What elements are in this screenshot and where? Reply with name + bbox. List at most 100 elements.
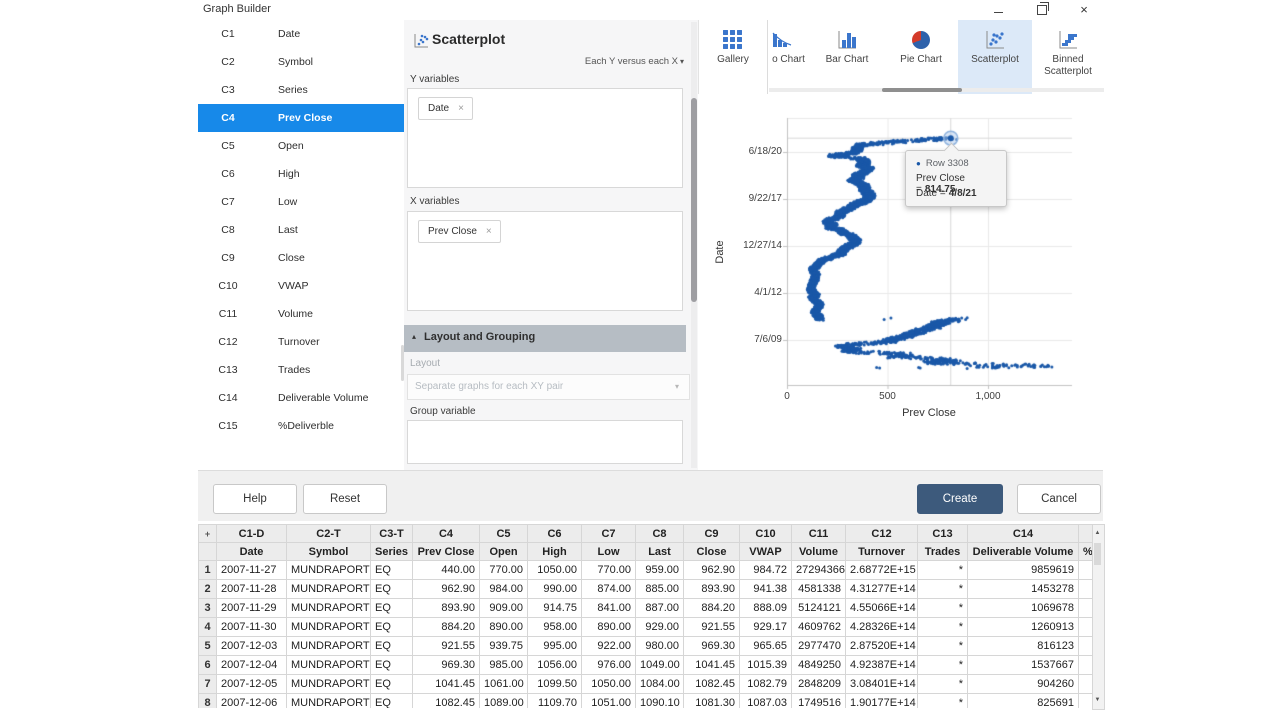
data-cell[interactable]: 921.55 (413, 637, 480, 656)
row-number-cell[interactable]: 4 (199, 618, 217, 637)
restore-button[interactable] (1025, 0, 1059, 20)
data-cell[interactable] (1079, 675, 1093, 694)
data-cell[interactable]: * (918, 561, 968, 580)
data-cell[interactable]: 1084.00 (636, 675, 684, 694)
column-id-header[interactable]: C13 (918, 525, 968, 543)
data-cell[interactable]: 1453278 (968, 580, 1079, 599)
data-cell[interactable]: 1082.45 (684, 675, 740, 694)
data-cell[interactable]: 4.55066E+14 (846, 599, 918, 618)
data-cell[interactable]: EQ (371, 694, 413, 709)
data-cell[interactable]: EQ (371, 599, 413, 618)
data-cell[interactable]: 985.00 (480, 656, 528, 675)
y-variable-chip-date[interactable]: Date× (418, 97, 473, 120)
data-cell[interactable]: MUNDRAPORT (287, 580, 371, 599)
close-button[interactable]: × (1067, 0, 1101, 20)
data-cell[interactable]: 440.00 (413, 561, 480, 580)
column-id-header[interactable]: C8 (636, 525, 684, 543)
row-number-cell[interactable]: 6 (199, 656, 217, 675)
data-cell[interactable]: MUNDRAPORT (287, 694, 371, 709)
data-cell[interactable]: 770.00 (582, 561, 636, 580)
data-cell[interactable]: 1537667 (968, 656, 1079, 675)
data-cell[interactable]: * (918, 675, 968, 694)
data-cell[interactable]: 1082.45 (413, 694, 480, 709)
column-name-header[interactable]: Low (582, 543, 636, 561)
column-item-c7[interactable]: C7Low (198, 188, 404, 216)
data-cell[interactable]: 2007-12-03 (217, 637, 287, 656)
data-cell[interactable]: 976.00 (582, 656, 636, 675)
data-cell[interactable]: 1041.45 (684, 656, 740, 675)
column-name-header[interactable]: %D (1079, 543, 1093, 561)
data-cell[interactable]: * (918, 599, 968, 618)
data-cell[interactable]: 1109.70 (528, 694, 582, 709)
data-cell[interactable]: EQ (371, 637, 413, 656)
column-id-header[interactable]: C9 (684, 525, 740, 543)
row-number-cell[interactable]: 3 (199, 599, 217, 618)
data-cell[interactable]: 941.38 (740, 580, 792, 599)
data-cell[interactable]: 888.09 (740, 599, 792, 618)
data-cell[interactable]: 884.20 (684, 599, 740, 618)
data-cell[interactable]: 965.65 (740, 637, 792, 656)
data-cell[interactable]: 990.00 (528, 580, 582, 599)
column-item-c11[interactable]: C11Volume (198, 300, 404, 328)
data-cell[interactable]: 995.00 (528, 637, 582, 656)
data-cell[interactable]: 1090.10 (636, 694, 684, 709)
data-cell[interactable]: 939.75 (480, 637, 528, 656)
data-cell[interactable]: 9859619 (968, 561, 1079, 580)
data-cell[interactable]: 1081.30 (684, 694, 740, 709)
layout-select[interactable]: Separate graphs for each XY pair ▾ (407, 374, 690, 400)
data-cell[interactable]: 1099.50 (528, 675, 582, 694)
data-cell[interactable]: 980.00 (636, 637, 684, 656)
data-cell[interactable]: 1015.39 (740, 656, 792, 675)
gallery-scrollbar[interactable] (769, 88, 1104, 92)
data-cell[interactable] (1079, 561, 1093, 580)
help-button[interactable]: Help (213, 484, 297, 514)
data-cell[interactable]: 922.00 (582, 637, 636, 656)
column-item-c3[interactable]: C3Series (198, 76, 404, 104)
column-item-c5[interactable]: C5Open (198, 132, 404, 160)
column-name-header[interactable]: Close (684, 543, 740, 561)
data-cell[interactable]: 884.20 (413, 618, 480, 637)
row-number-cell[interactable]: 5 (199, 637, 217, 656)
column-name-header[interactable]: Deliverable Volume (968, 543, 1079, 561)
data-cell[interactable]: 890.00 (480, 618, 528, 637)
create-button[interactable]: Create (917, 484, 1003, 514)
data-cell[interactable]: 1056.00 (528, 656, 582, 675)
data-cell[interactable]: * (918, 656, 968, 675)
data-cell[interactable]: 1087.03 (740, 694, 792, 709)
data-cell[interactable]: EQ (371, 675, 413, 694)
column-item-c14[interactable]: C14Deliverable Volume (198, 384, 404, 412)
data-cell[interactable]: 1050.00 (528, 561, 582, 580)
data-cell[interactable]: 816123 (968, 637, 1079, 656)
column-item-c4[interactable]: C4Prev Close (198, 104, 404, 132)
scrollbar-thumb[interactable] (691, 98, 697, 302)
data-cell[interactable]: 958.00 (528, 618, 582, 637)
row-number-cell[interactable]: 1 (199, 561, 217, 580)
data-cell[interactable]: 4609762 (792, 618, 846, 637)
data-cell[interactable]: 2007-11-28 (217, 580, 287, 599)
data-cell[interactable]: 27294366 (792, 561, 846, 580)
table-corner-cell[interactable]: + (199, 525, 217, 543)
data-cell[interactable]: 4.28326E+14 (846, 618, 918, 637)
data-cell[interactable]: 893.90 (413, 599, 480, 618)
column-name-header[interactable] (199, 543, 217, 561)
data-cell[interactable]: 825691 (968, 694, 1079, 709)
data-cell[interactable]: MUNDRAPORT (287, 561, 371, 580)
data-cell[interactable]: 2.87520E+14 (846, 637, 918, 656)
data-cell[interactable]: 1.90177E+14 (846, 694, 918, 709)
group-variable-dropzone[interactable] (407, 420, 683, 464)
data-cell[interactable]: 959.00 (636, 561, 684, 580)
data-cell[interactable]: 1082.79 (740, 675, 792, 694)
column-item-c10[interactable]: C10VWAP (198, 272, 404, 300)
data-cell[interactable]: 893.90 (684, 580, 740, 599)
gallery-tab-binned-scatterplot[interactable]: Binned Scatterplot (1032, 20, 1104, 94)
column-item-c2[interactable]: C2Symbol (198, 48, 404, 76)
data-cell[interactable]: 770.00 (480, 561, 528, 580)
data-cell[interactable]: 4.92387E+14 (846, 656, 918, 675)
column-id-header[interactable]: C11 (792, 525, 846, 543)
data-cell[interactable]: 1061.00 (480, 675, 528, 694)
data-cell[interactable] (1079, 618, 1093, 637)
column-name-header[interactable]: Prev Close (413, 543, 480, 561)
data-cell[interactable]: 929.00 (636, 618, 684, 637)
remove-variable-icon[interactable]: × (486, 226, 492, 237)
column-id-header[interactable]: C7 (582, 525, 636, 543)
